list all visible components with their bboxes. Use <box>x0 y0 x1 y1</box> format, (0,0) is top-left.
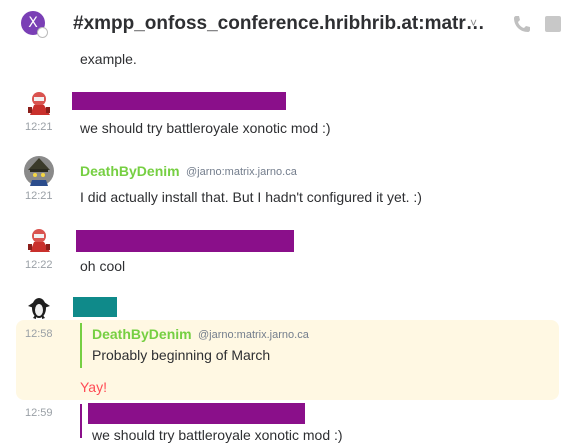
quoted-sender-user-id: @jarno:matrix.jarno.ca <box>198 329 309 341</box>
room-avatar-badge <box>37 27 48 38</box>
message-body: example. <box>80 51 137 67</box>
message-body: oh cool <box>80 258 126 274</box>
timestamp[interactable]: 12:22 <box>25 259 53 271</box>
quoted-message-body[interactable]: Probably beginning of March <box>92 347 270 363</box>
timestamp[interactable]: 12:21 <box>25 121 53 133</box>
user-avatar-penguin-icon[interactable] <box>26 294 52 320</box>
redacted-sender-name[interactable] <box>72 92 286 110</box>
message-body: Yay! <box>80 379 107 395</box>
timestamp[interactable]: 12:59 <box>25 407 53 419</box>
timestamp[interactable]: 12:21 <box>25 190 53 202</box>
user-avatar-robot-icon[interactable] <box>24 224 54 254</box>
chevron-down-icon[interactable]: ˅ <box>470 16 477 30</box>
message-body: I did actually install that. But I hadn'… <box>80 189 422 205</box>
redacted-sender-name[interactable] <box>73 297 117 317</box>
user-avatar-robot-icon[interactable] <box>24 87 54 117</box>
quoted-sender-name[interactable]: DeathByDenim <box>92 326 192 342</box>
reply-quote-bar <box>80 323 82 368</box>
sender-user-id: @jarno:matrix.jarno.ca <box>186 166 297 178</box>
quoted-message-body[interactable]: we should try battleroyale xonotic mod :… <box>92 427 343 443</box>
reply-quote-bar <box>80 404 82 438</box>
video-icon[interactable] <box>545 16 561 32</box>
room-header: X #xmpp_onfoss_conference.hribhrib.at:ma… <box>0 0 561 52</box>
redacted-quoted-sender[interactable] <box>88 403 305 424</box>
sender-name[interactable]: DeathByDenim <box>80 163 180 179</box>
phone-icon[interactable] <box>512 14 532 34</box>
room-title[interactable]: #xmpp_onfoss_conference.hribhrib.at:matr… <box>73 13 485 35</box>
message-body: we should try battleroyale xonotic mod :… <box>80 120 331 136</box>
redacted-sender-name[interactable] <box>76 230 294 252</box>
user-avatar-mage-icon[interactable] <box>24 156 54 186</box>
timestamp[interactable]: 12:58 <box>25 328 53 340</box>
